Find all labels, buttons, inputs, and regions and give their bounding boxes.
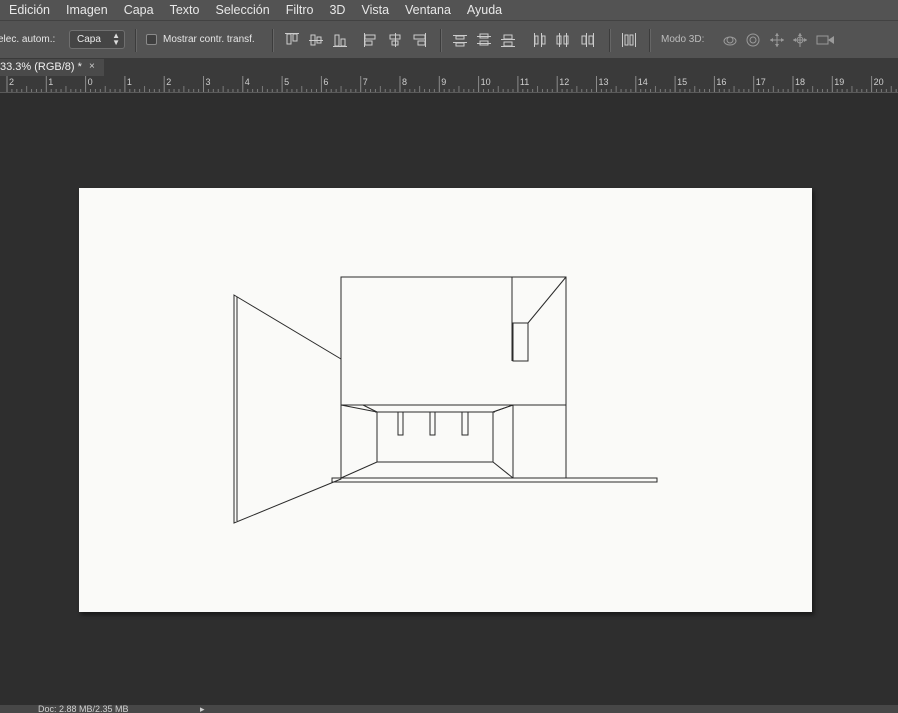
menu-item-9[interactable]: Ayuda (459, 3, 510, 17)
document-tab-title: 33.3% (RGB/8) * (0, 61, 82, 73)
mullion-2 (429, 411, 436, 436)
menu-bar: Edición Imagen Capa Texto Selección Filtro 3D V… (0, 0, 898, 20)
recess-perspective-bottom-right (492, 461, 514, 479)
show-transform-label: Mostrar contr. transf. (163, 34, 255, 45)
lower-block (340, 404, 567, 479)
ruler-label: 6 (323, 77, 328, 87)
mullion-1 (397, 411, 404, 436)
recess-perspective-bottom-left (340, 461, 378, 479)
ruler-label: 3 (206, 77, 211, 87)
distribute-left-edges-icon[interactable] (531, 32, 547, 48)
ruler-label: 7 (363, 77, 368, 87)
ruler-label: 19 (834, 77, 844, 87)
ruler-label: 10 (481, 77, 491, 87)
ruler-label: 11 (520, 77, 529, 87)
rotate-3d-icon[interactable] (720, 32, 740, 48)
mode-3d-label: Modo 3D: (661, 34, 705, 45)
distribute-bottom-edges-icon[interactable] (500, 32, 516, 48)
menu-item-0[interactable]: Edición (0, 3, 58, 17)
slide-3d-icon[interactable] (792, 32, 808, 48)
horizontal-ruler: 2 1 0 1 2 3 4 5 6 7 8 9 10 11 12 13 14 15 16 17 18 19 20 (0, 76, 898, 93)
separator (609, 29, 611, 52)
roll-3d-icon[interactable] (745, 32, 761, 48)
menu-item-7[interactable]: Vista (353, 3, 397, 17)
recess-perspective-top-left (340, 404, 378, 413)
ruler-label: 15 (677, 77, 687, 87)
document-size-info: Doc: 2.88 MB/2.35 MB (38, 705, 129, 713)
pan-3d-icon[interactable] (769, 32, 785, 48)
ruler-label: 13 (599, 77, 609, 87)
recess-perspective-top-right (492, 404, 514, 413)
align-right-edges-icon[interactable] (411, 32, 427, 48)
status-bar: Doc: 2.88 MB/2.35 MB ▸ (0, 705, 898, 713)
separator (649, 29, 651, 52)
document-canvas[interactable] (79, 188, 812, 612)
align-left-edges-icon[interactable] (363, 32, 379, 48)
menu-item-3[interactable]: Texto (162, 3, 208, 17)
ground-slab (331, 477, 658, 483)
ruler-label: 8 (402, 77, 407, 87)
auto-select-value: Capa (77, 34, 101, 45)
mullion-3 (461, 411, 469, 436)
distribute-top-edges-icon[interactable] (452, 32, 468, 48)
show-transform-checkbox[interactable] (146, 34, 157, 45)
status-menu-arrow-icon[interactable]: ▸ (200, 705, 205, 713)
separator (440, 29, 442, 52)
align-horizontal-centers-icon[interactable] (387, 32, 403, 48)
ruler-label: 2 (9, 77, 14, 87)
menu-item-2[interactable]: Capa (116, 3, 162, 17)
menu-item-6[interactable]: 3D (321, 3, 353, 17)
scale-3d-icon[interactable] (816, 32, 836, 48)
options-bar: elec. autom.: Capa ▲ ▼ Mostrar contr. tra… (0, 20, 898, 59)
separator (135, 29, 137, 52)
align-top-edges-icon[interactable] (284, 32, 300, 48)
ruler-label: 14 (638, 77, 648, 87)
right-panel-diagonal (527, 276, 567, 324)
auto-select-label: elec. autom.: (0, 34, 56, 45)
align-vertical-centers-icon[interactable] (308, 32, 324, 48)
distribute-horizontal-centers-icon[interactable] (555, 32, 571, 48)
ruler-ticks: 2 1 0 1 2 3 4 5 6 7 8 9 10 11 12 13 14 15 16 17 18 19 20 (6, 76, 897, 92)
ruler-label: 4 (245, 77, 250, 87)
right-panel-window (512, 322, 529, 362)
separator (272, 29, 274, 52)
auto-align-layers-icon[interactable] (621, 32, 637, 48)
ruler-label: 1 (48, 77, 53, 87)
ruler-label: 18 (795, 77, 805, 87)
distribute-vertical-centers-icon[interactable] (476, 32, 492, 48)
ruler-label: 2 (166, 77, 171, 87)
left-side-trapezoid (233, 294, 342, 524)
line-drawing (233, 276, 658, 524)
document-tab-bar: 33.3% (RGB/8) * × (0, 59, 898, 76)
ruler-label: 20 (874, 77, 884, 87)
ruler-label: 17 (756, 77, 766, 87)
close-icon[interactable]: × (89, 61, 95, 72)
ruler-label: 0 (88, 77, 93, 87)
menu-item-1[interactable]: Imagen (58, 3, 116, 17)
dropdown-arrows-icon: ▲ ▼ (112, 31, 120, 47)
ruler-label: 1 (127, 77, 132, 87)
ruler-label: 9 (441, 77, 446, 87)
ruler-label: 12 (559, 77, 569, 87)
menu-item-4[interactable]: Selección (207, 3, 277, 17)
auto-select-dropdown[interactable]: Capa ▲ ▼ (69, 30, 125, 49)
distribute-right-edges-icon[interactable] (579, 32, 595, 48)
ruler-label: 5 (284, 77, 289, 87)
menu-item-8[interactable]: Ventana (397, 3, 459, 17)
top-block (340, 276, 567, 406)
align-bottom-edges-icon[interactable] (332, 32, 348, 48)
menu-item-5[interactable]: Filtro (278, 3, 322, 17)
ruler-label: 16 (716, 77, 726, 87)
document-tab[interactable]: 33.3% (RGB/8) * × (0, 59, 104, 76)
